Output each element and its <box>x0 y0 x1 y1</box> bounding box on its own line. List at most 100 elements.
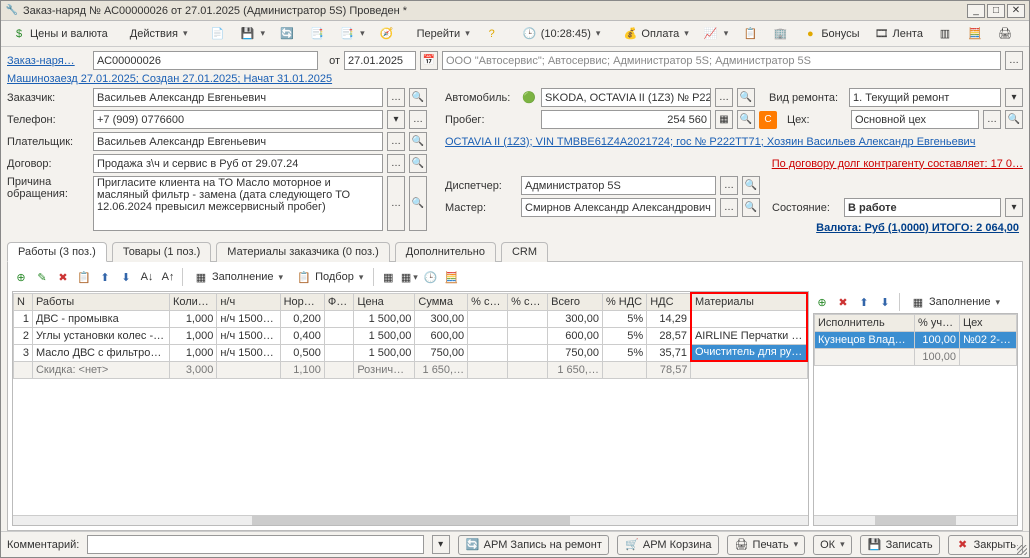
right-scrollbar[interactable] <box>814 515 1017 525</box>
car-lookup[interactable]: 🔍 <box>737 88 755 107</box>
row-dup[interactable]: 📋 <box>75 268 93 286</box>
shop-lookup[interactable]: 🔍 <box>1005 110 1023 129</box>
row-copy[interactable]: ✎ <box>33 268 51 286</box>
tab-crm[interactable]: CRM <box>501 242 548 262</box>
row-del[interactable]: ✖ <box>54 268 72 286</box>
mileage-pick[interactable]: 🔍 <box>737 110 755 129</box>
reason-select[interactable]: … <box>387 176 405 231</box>
warning-button[interactable]: C <box>759 111 777 129</box>
pay-button[interactable]: 💰Оплата <box>617 24 693 44</box>
tb-chart[interactable]: 📈 <box>698 24 734 44</box>
col-qty[interactable]: Колич… <box>169 293 216 310</box>
payer-lookup[interactable]: 🔍 <box>409 132 427 151</box>
print-button[interactable]: 🖨Печать <box>727 535 806 555</box>
col-total[interactable]: Всего <box>548 293 603 310</box>
lenta-button[interactable]: 🎞Лента <box>869 24 928 44</box>
row-sort-d[interactable]: A↑ <box>159 268 177 286</box>
statusline-link[interactable]: Машинозаезд 27.01.2025; Создан 27.01.202… <box>7 73 332 85</box>
tab-extra[interactable]: Дополнительно <box>395 242 496 262</box>
tb-print[interactable]: 🖨 <box>992 24 1018 44</box>
master-select[interactable]: … <box>720 198 738 217</box>
tab-works[interactable]: Работы (3 поз.) <box>7 242 107 262</box>
master-lookup[interactable]: 🔍 <box>742 198 760 217</box>
close-window-button[interactable]: ✕ <box>1007 4 1025 18</box>
tb-barcode[interactable]: ▥ <box>932 24 958 44</box>
col-price[interactable]: Цена <box>354 293 415 310</box>
phone-input[interactable]: +7 (909) 0776600 <box>93 110 383 129</box>
phone-select[interactable]: … <box>409 110 427 129</box>
col-executor[interactable]: Исполнитель <box>815 315 915 332</box>
col-norm[interactable]: Норм… <box>280 293 324 310</box>
customer-lookup[interactable]: 🔍 <box>409 88 427 107</box>
col-pct[interactable]: % уча… <box>915 315 960 332</box>
org-input[interactable]: ООО "Автосервис"; Автосервис; Администра… <box>442 51 1001 70</box>
disp-select[interactable]: … <box>720 176 738 195</box>
state-input[interactable]: В работе <box>844 198 1001 217</box>
totals-label[interactable]: Валюта: Руб (1,0000) ИТОГО: 2 064,00 <box>445 220 1023 236</box>
left-scrollbar[interactable] <box>13 515 808 525</box>
contract-select[interactable]: … <box>387 154 405 173</box>
tb-misc2[interactable]: 🏢 <box>767 24 793 44</box>
time-button[interactable]: 🕒(10:28:45) <box>517 24 606 44</box>
works-grid[interactable]: N Работы Колич… н/ч Норм… Фи… Цена Сумма… <box>12 291 809 526</box>
tab-mat[interactable]: Материалы заказчика (0 поз.) <box>216 242 390 262</box>
close-button[interactable]: ✖Закрыть <box>948 535 1023 555</box>
tb-refresh[interactable]: 🔄 <box>274 24 300 44</box>
row-add[interactable]: ⊕ <box>12 268 30 286</box>
reason-lookup[interactable]: 🔍 <box>409 176 427 231</box>
phone-dd[interactable]: ▾ <box>387 110 405 129</box>
row-up[interactable]: ⬆ <box>96 268 114 286</box>
contract-lookup[interactable]: 🔍 <box>409 154 427 173</box>
repair-input[interactable]: 1. Текущий ремонт <box>849 88 1001 107</box>
mileage-input[interactable]: 254 560 <box>541 110 711 129</box>
exec-del[interactable]: ✖ <box>834 293 852 311</box>
payer-input[interactable]: Васильев Александр Евгеньевич <box>93 132 383 151</box>
mileage-calc[interactable]: ▦ <box>715 110 733 129</box>
tb-new[interactable]: 📄 <box>205 24 231 44</box>
col-sum[interactable]: Сумма <box>415 293 468 310</box>
disp-lookup[interactable]: 🔍 <box>742 176 760 195</box>
prices-button[interactable]: $Цены и валюта <box>6 24 113 44</box>
col-work[interactable]: Работы <box>32 293 169 310</box>
tb-save-dd[interactable]: 💾 <box>235 24 271 44</box>
tb-help[interactable]: ? <box>479 24 505 44</box>
col-vatp[interactable]: % НДС <box>602 293 646 310</box>
repair-dd[interactable]: ▾ <box>1005 88 1023 107</box>
exec-up[interactable]: ⬆ <box>855 293 873 311</box>
exec-add[interactable]: ⊕ <box>813 293 831 311</box>
exec-down[interactable]: ⬇ <box>876 293 894 311</box>
calendar-button[interactable]: 📅 <box>420 51 438 70</box>
col-mat[interactable]: Материалы <box>691 293 807 310</box>
reason-input[interactable]: Пригласите клиента на ТО Масло моторное … <box>93 176 383 231</box>
maximize-button[interactable]: □ <box>987 4 1005 18</box>
contract-input[interactable]: Продажа з\ч и сервис в Руб от 29.07.24 <box>93 154 383 173</box>
ok-button[interactable]: ОК <box>813 535 852 555</box>
col-vat[interactable]: НДС <box>647 293 691 310</box>
tb-post-dd[interactable]: 📑 <box>334 24 370 44</box>
customer-select[interactable]: … <box>387 88 405 107</box>
org-select-button[interactable]: … <box>1005 51 1023 70</box>
save-button[interactable]: 💾Записать <box>860 535 940 555</box>
order-label[interactable]: Заказ-наря… <box>7 55 89 67</box>
arm-cart-button[interactable]: 🛒АРМ Корзина <box>617 535 719 555</box>
col-nh[interactable]: н/ч <box>217 293 280 310</box>
pick-menu[interactable]: 📋Подбор <box>291 267 368 287</box>
minimize-button[interactable]: _ <box>967 4 985 18</box>
tb-post[interactable]: 📑 <box>304 24 330 44</box>
col-n[interactable]: N <box>14 293 33 310</box>
car-input[interactable]: SKODA, OCTAVIA II (1Z3) № Р222… <box>541 88 711 107</box>
master-input[interactable]: Смирнов Александр Александрович <box>521 198 716 217</box>
debt-link[interactable]: По договору долг контрагенту составляет:… <box>772 158 1023 170</box>
customer-input[interactable]: Васильев Александр Евгеньевич <box>93 88 383 107</box>
tb-nav[interactable]: 🧭 <box>374 24 400 44</box>
row-misc2[interactable]: ▦ <box>400 268 418 286</box>
row-sort-a[interactable]: A↓ <box>138 268 156 286</box>
disp-input[interactable]: Администратор 5S <box>521 176 716 195</box>
resize-handle[interactable] <box>1017 545 1027 555</box>
tb-misc1[interactable]: 📋 <box>737 24 763 44</box>
shop-input[interactable]: Основной цех <box>851 110 979 129</box>
car-select[interactable]: … <box>715 88 733 107</box>
fill-menu[interactable]: ▦Заполнение <box>188 267 288 287</box>
col-fi[interactable]: Фи… <box>324 293 354 310</box>
tb-calc[interactable]: 🧮 <box>962 24 988 44</box>
